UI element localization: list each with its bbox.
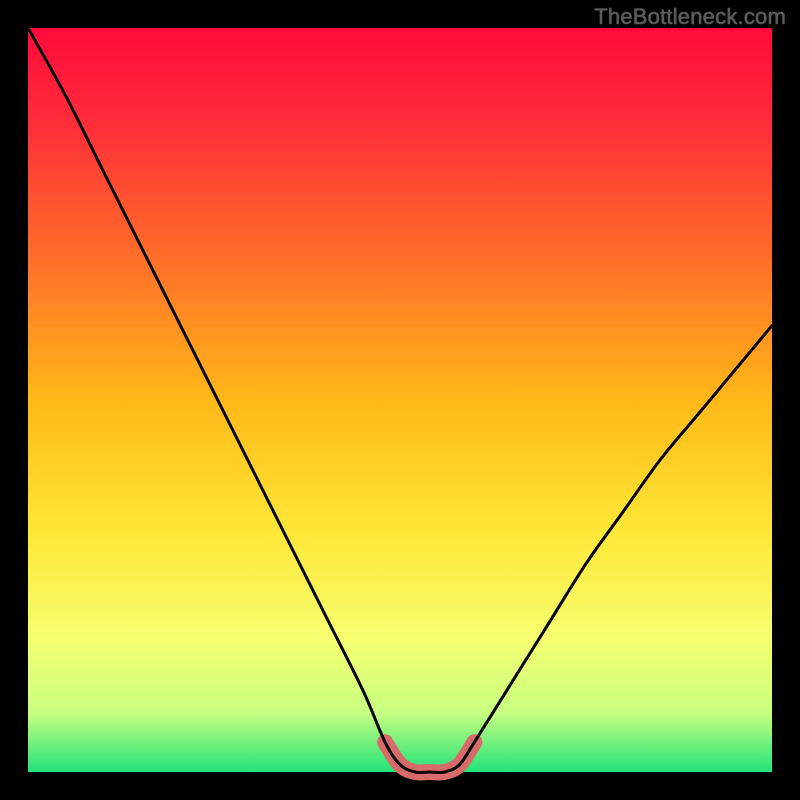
- plot-background: [28, 28, 772, 772]
- watermark-label: TheBottleneck.com: [594, 4, 786, 30]
- bottleneck-chart: [0, 0, 800, 800]
- chart-container: TheBottleneck.com: [0, 0, 800, 800]
